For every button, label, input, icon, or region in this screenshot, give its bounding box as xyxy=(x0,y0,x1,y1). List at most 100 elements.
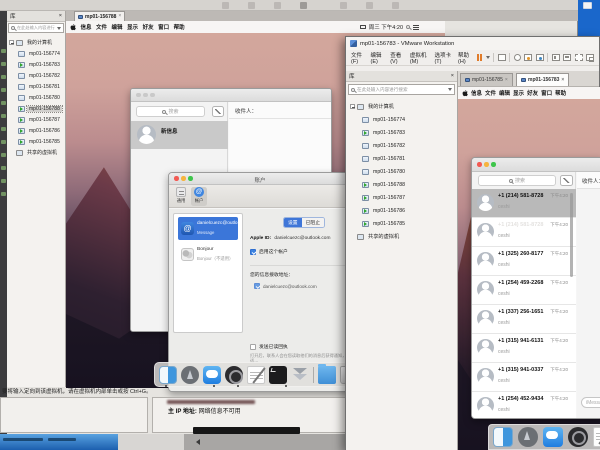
library-close-icon[interactable]: × xyxy=(59,13,62,19)
tree-node-my-computer[interactable]: 我的计算机 xyxy=(7,37,65,48)
vm-tree-item[interactable]: mp01-156788 xyxy=(346,178,457,191)
segment-settings[interactable]: 设置 xyxy=(284,218,302,227)
chevron-down-icon[interactable] xyxy=(448,88,452,91)
system-preferences-icon[interactable] xyxy=(568,427,588,447)
apple-menu-icon[interactable] xyxy=(462,90,468,97)
tree-node-shared-vms[interactable]: 共享的虚拟机 xyxy=(346,230,457,243)
library-search-input[interactable]: 在此处输入内容进行搜索 xyxy=(8,23,64,33)
vm-tab-active[interactable]: mp01-156788 × xyxy=(74,11,125,21)
apple-menu-icon[interactable] xyxy=(70,24,76,31)
vmware1-toolbar-strip[interactable] xyxy=(0,0,578,11)
conversation-row[interactable]: +1 (325) 260-8177 下午4:20 ceshi xyxy=(472,247,576,276)
minimize-window-button[interactable] xyxy=(484,162,489,167)
documents-folder-icon[interactable] xyxy=(318,366,336,384)
menu-item[interactable]: 窗口 xyxy=(541,89,552,97)
menu-item[interactable]: 信息 xyxy=(81,25,92,31)
launchpad-icon[interactable] xyxy=(181,366,199,384)
to-field[interactable]: 收件人： xyxy=(582,177,600,185)
menu-item[interactable]: 查看(V) xyxy=(390,51,404,65)
read-receipts-checkbox[interactable] xyxy=(250,344,256,350)
minimize-window-button[interactable] xyxy=(143,93,148,98)
zoom-window-button[interactable] xyxy=(491,162,496,167)
messages-icon[interactable] xyxy=(203,366,221,384)
vm-tree-item[interactable]: mp01-156781 xyxy=(346,152,457,165)
vm-tree-item[interactable]: mp01-156788 xyxy=(7,103,65,114)
menu-item[interactable]: 信息 xyxy=(471,89,482,97)
vm-tree-item[interactable]: mp01-156774 xyxy=(7,48,65,59)
vmware2-title-bar[interactable]: mp01-156783 - VMware Workstation xyxy=(346,37,599,50)
finder-icon[interactable] xyxy=(159,366,177,384)
scrollbar-thumb[interactable] xyxy=(193,427,300,434)
toolbar-icon[interactable] xyxy=(248,2,255,9)
toolbar-icon[interactable] xyxy=(366,2,373,9)
reach-address-checkbox[interactable] xyxy=(254,283,260,289)
vm-tree-item[interactable]: mp01-156786 xyxy=(346,204,457,217)
vm-tree-item[interactable]: mp01-156786 xyxy=(7,125,65,136)
collapse-icon[interactable] xyxy=(9,40,14,45)
tree-node-shared-vms[interactable]: 共享的虚拟机 xyxy=(7,147,65,158)
menu-item[interactable]: 文件 xyxy=(485,89,496,97)
to-field[interactable]: 收件人： xyxy=(235,107,257,115)
textedit-icon[interactable] xyxy=(593,427,600,447)
send-ctrl-alt-del-icon[interactable] xyxy=(498,54,506,61)
vm-tree-item[interactable]: mp01-156774 xyxy=(346,113,457,126)
launchpad-icon[interactable] xyxy=(518,427,538,447)
library-search-input[interactable]: 在此处输入内容进行搜索 xyxy=(348,84,455,95)
vm-tree-item[interactable]: mp01-156780 xyxy=(346,165,457,178)
compose-button[interactable] xyxy=(212,106,224,117)
messages-icon[interactable] xyxy=(543,427,563,447)
conversation-row[interactable]: +1 (315) 941-6131 下午4:20 ceshi xyxy=(472,334,576,363)
close-icon[interactable]: × xyxy=(118,14,121,19)
tab-general[interactable]: 通用 xyxy=(173,187,189,206)
vm-tree-item[interactable]: mp01-156787 xyxy=(7,114,65,125)
conversation-row[interactable]: +1 (337) 256-1651 下午4:20 ceshi xyxy=(472,305,576,334)
progress-bar[interactable] xyxy=(0,434,118,450)
vm-tree-item[interactable]: mp01-156787 xyxy=(346,191,457,204)
menu-item[interactable]: 好友 xyxy=(527,89,538,97)
vm-tree-item[interactable]: mp01-156781 xyxy=(7,81,65,92)
scrollbar-track[interactable] xyxy=(118,434,184,450)
textedit-icon[interactable] xyxy=(247,366,265,384)
imessage-input[interactable]: iMessage xyxy=(581,397,600,408)
downloads-stack-icon[interactable] xyxy=(291,366,309,384)
menu-bar-clock[interactable]: 周三 下午4:20 xyxy=(369,23,403,31)
vm-tree-item[interactable]: mp01-156785 xyxy=(7,136,65,147)
menu-item[interactable]: 窗口 xyxy=(158,25,169,31)
vm-tab-active[interactable]: mp01-156783 × xyxy=(516,73,569,86)
menu-item[interactable]: 帮助(H) xyxy=(458,51,472,65)
notification-center-icon[interactable] xyxy=(413,25,419,30)
display-status-icon[interactable] xyxy=(360,25,366,30)
conversation-row[interactable]: +1 (254) 459-2268 下午4:20 ceshi xyxy=(472,276,576,305)
unity-icon[interactable] xyxy=(586,54,594,61)
segment-blocked[interactable]: 已阻止 xyxy=(302,218,324,227)
vm-tree-item[interactable]: mp01-156785 xyxy=(346,217,457,230)
menu-item[interactable]: 帮助 xyxy=(555,89,566,97)
menu-item[interactable]: 显示 xyxy=(127,25,138,31)
toolbar-icon[interactable] xyxy=(392,2,399,9)
conversation-row[interactable]: +1 (214) 581-8728 下午4:20 ceshi xyxy=(472,189,576,218)
menu-item[interactable]: 选项卡(T) xyxy=(434,51,452,65)
close-icon[interactable]: × xyxy=(505,78,508,83)
fullscreen-icon[interactable] xyxy=(575,54,583,61)
collapse-icon[interactable] xyxy=(350,104,355,109)
scroll-left-arrow-icon[interactable] xyxy=(196,439,200,445)
enable-account-checkbox[interactable] xyxy=(250,249,256,255)
conversation-row-selected[interactable]: 新信息 xyxy=(131,121,228,149)
library-panel-icon[interactable] xyxy=(552,54,560,61)
tree-node-my-computer[interactable]: 我的计算机 xyxy=(346,100,457,113)
close-window-button[interactable] xyxy=(136,93,141,98)
vm-tree-item[interactable]: mp01-156780 xyxy=(7,92,65,103)
menu-item[interactable]: 好友 xyxy=(143,25,154,31)
account-item-imessage[interactable]: @ danielcuezc@outlo… Message xyxy=(178,217,238,240)
menu-item[interactable]: 编辑 xyxy=(499,89,510,97)
separator-icon[interactable] xyxy=(313,367,314,383)
finder-icon[interactable] xyxy=(493,427,513,447)
messages-search-input[interactable]: 搜索 xyxy=(136,106,205,117)
menu-item[interactable]: 文件 xyxy=(96,25,107,31)
menu-item[interactable]: 文件(F) xyxy=(351,51,364,65)
vm-tree-item[interactable]: mp01-156782 xyxy=(346,139,457,152)
menu-item[interactable]: 帮助 xyxy=(174,25,185,31)
take-snapshot-icon[interactable] xyxy=(524,54,532,61)
terminal-icon[interactable] xyxy=(269,366,287,384)
suspend-button[interactable] xyxy=(477,54,482,61)
